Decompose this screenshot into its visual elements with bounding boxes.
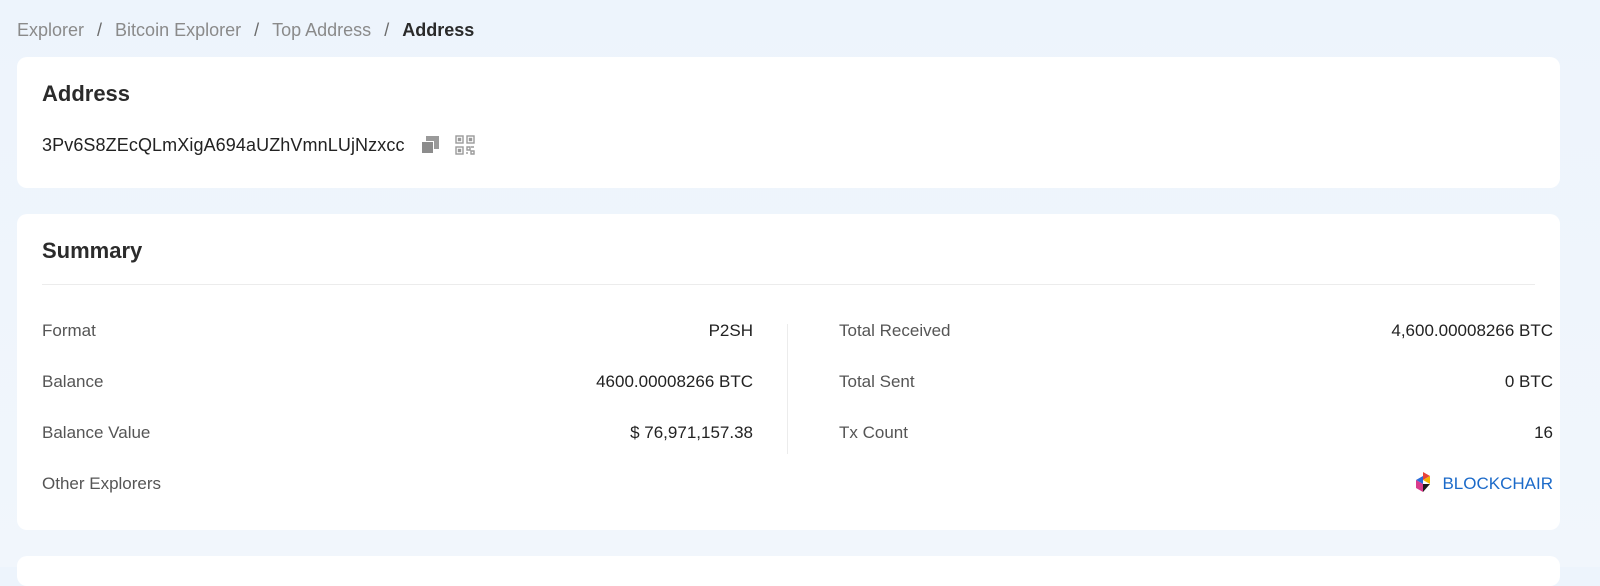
summary-row-balance: Balance 4600.00008266 BTC <box>42 370 753 394</box>
summary-row-total-received: Total Received 4,600.00008266 BTC <box>839 319 1553 343</box>
summary-value: P2SH <box>708 321 753 340</box>
summary-label: Balance <box>42 372 104 391</box>
summary-card-title: Summary <box>42 238 143 263</box>
summary-label: Other Explorers <box>42 474 162 493</box>
summary-label: Format <box>42 321 96 340</box>
blockchair-link[interactable]: BLOCKCHAIR <box>1414 471 1553 498</box>
breadcrumb-separator: / <box>254 20 260 40</box>
qr-code-icon[interactable] <box>454 134 476 156</box>
breadcrumb-top-address[interactable]: Top Address <box>272 20 371 41</box>
address-row: 3Pv6S8ZEcQLmXigA694aUZhVmnLUjNzxcc <box>42 134 476 156</box>
summary-row-format: Format P2SH <box>42 319 753 343</box>
blockchair-logo-icon <box>1414 471 1432 498</box>
blockchair-link-text: BLOCKCHAIR <box>1442 474 1553 493</box>
summary-value: 16 <box>1534 423 1553 442</box>
breadcrumb-separator: / <box>384 20 390 40</box>
summary-row-other-explorers: Other Explorers BLOCKCHAIR <box>42 471 1553 498</box>
summary-value: $ 76,971,157.38 <box>630 423 753 442</box>
breadcrumb-bitcoin-explorer[interactable]: Bitcoin Explorer <box>115 20 241 41</box>
breadcrumb-explorer[interactable]: Explorer <box>17 20 84 41</box>
summary-row-tx-count: Tx Count 16 <box>839 421 1553 445</box>
breadcrumb-separator: / <box>97 20 103 40</box>
summary-label: Total Sent <box>839 372 915 391</box>
summary-column-divider <box>787 324 788 454</box>
summary-value: 0 BTC <box>1504 372 1553 391</box>
summary-value: 4,600.00008266 BTC <box>1391 321 1553 340</box>
summary-row-balance-value: Balance Value $ 76,971,157.38 <box>42 421 753 445</box>
summary-card: Summary Format P2SH Balance 4600.0000826… <box>17 214 1560 530</box>
summary-label: Total Received <box>839 321 951 340</box>
summary-label: Tx Count <box>839 423 908 442</box>
address-card-title: Address <box>42 81 131 106</box>
next-card <box>17 556 1560 586</box>
address-value: 3Pv6S8ZEcQLmXigA694aUZhVmnLUjNzxcc <box>42 134 405 155</box>
summary-label: Balance Value <box>42 423 151 442</box>
summary-row-total-sent: Total Sent 0 BTC <box>839 370 1553 394</box>
copy-icon[interactable] <box>419 134 441 156</box>
breadcrumb-current: Address <box>402 20 475 40</box>
summary-divider <box>42 284 1535 285</box>
address-card: Address 3Pv6S8ZEcQLmXigA694aUZhVmnLUjNzx… <box>17 57 1560 188</box>
summary-value: 4600.00008266 BTC <box>596 372 753 391</box>
breadcrumb: Explorer / Bitcoin Explorer / Top Addres… <box>17 20 474 41</box>
